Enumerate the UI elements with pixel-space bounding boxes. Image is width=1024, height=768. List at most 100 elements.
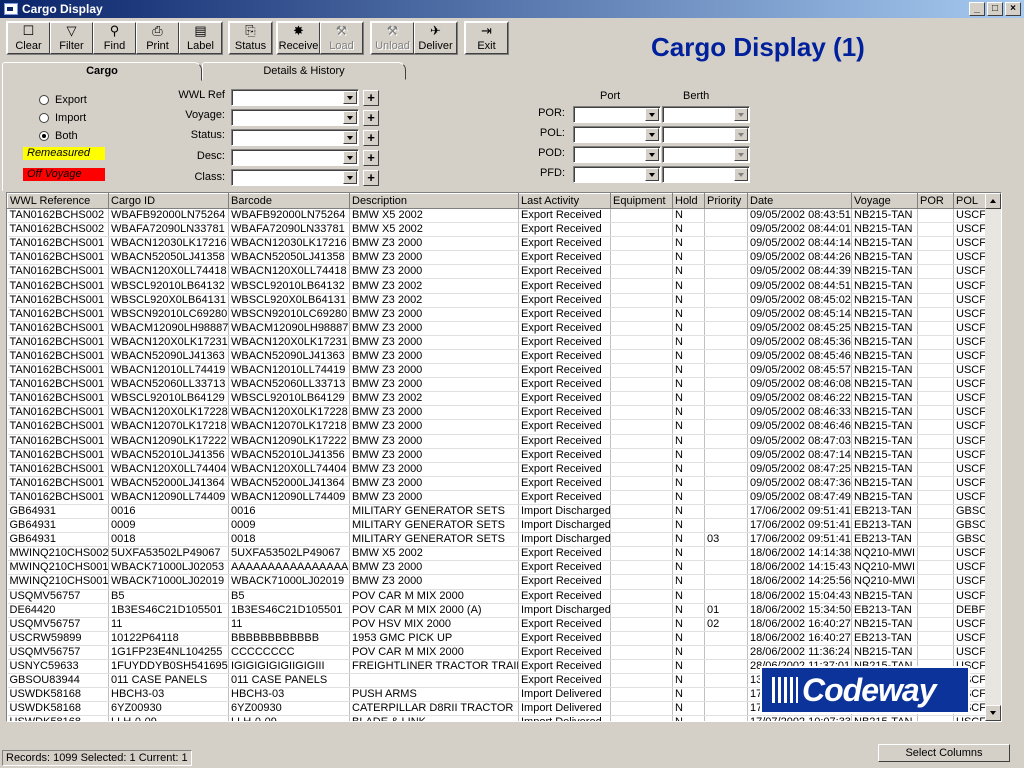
column-header[interactable]: Hold xyxy=(672,193,705,209)
chevron-down-icon[interactable] xyxy=(645,108,659,121)
table-row[interactable]: MWINQ210CHS002 5UXFA53502LP49067 5UXFA5350… xyxy=(7,546,988,562)
select-columns-button[interactable]: Select Columns xyxy=(878,744,1010,762)
table-row[interactable]: TAN0162BCHS002 WBAFA72090LN33781 WBAFA7209… xyxy=(7,222,988,238)
table-row[interactable]: USWDK58168LLH-0-09LLH-0-09BLADE & LINKIm… xyxy=(7,715,988,721)
table-row[interactable]: MWINQ210CHS001 WBACK71000LJ02053 AAAAAAAAA… xyxy=(7,560,988,576)
column-header[interactable]: Voyage xyxy=(851,193,918,209)
pol-port-combo[interactable] xyxy=(573,126,661,143)
table-row[interactable]: GB64931 0018 0018 MILITARY GENERATOR SETS Im… xyxy=(7,532,988,548)
table-row[interactable]: TAN0162BCHS001 WBSCL92010LB64132 WBSCL9201… xyxy=(7,278,988,294)
table-row[interactable]: TAN0162BCHS001 WBACN52050LJ41358 WBACN5205… xyxy=(7,250,988,266)
table-row[interactable]: TAN0162BCHS001 WBACN52090LJ41363 WBACN5209… xyxy=(7,349,988,365)
chevron-down-icon[interactable] xyxy=(343,171,357,184)
minimize-button[interactable]: _ xyxy=(969,2,985,16)
chevron-down-icon[interactable] xyxy=(645,148,659,161)
chevron-down-icon[interactable] xyxy=(734,128,748,141)
desc-add-button[interactable]: + xyxy=(363,150,379,166)
class-add-button[interactable]: + xyxy=(363,170,379,186)
find-button[interactable]: ⚲ Find xyxy=(93,22,136,54)
scroll-down-icon[interactable] xyxy=(985,705,1001,721)
voyage-combo[interactable] xyxy=(231,109,359,126)
unload-button[interactable]: ⚒ Unload xyxy=(371,22,414,54)
chevron-down-icon[interactable] xyxy=(734,108,748,121)
maximize-button[interactable]: □ xyxy=(987,2,1003,16)
column-header[interactable]: Date xyxy=(747,193,852,209)
chevron-down-icon[interactable] xyxy=(343,151,357,164)
chevron-down-icon[interactable] xyxy=(343,111,357,124)
column-header[interactable]: Priority xyxy=(704,193,748,209)
table-row[interactable]: TAN0162BCHS001 WBSCL920X0LB64131 WBSCL920X… xyxy=(7,293,988,308)
column-header[interactable]: POR xyxy=(917,193,954,209)
table-row[interactable]: TAN0162BCHS001 WBACN120X0LK17228 WBACN120X… xyxy=(7,405,988,421)
column-header[interactable]: Last Activity xyxy=(518,193,611,209)
column-header[interactable]: WWL Reference xyxy=(7,193,109,209)
table-cell: WBACM12090LH98887 xyxy=(228,321,350,336)
pfd-berth-combo[interactable] xyxy=(662,166,750,183)
table-row[interactable]: USQMV56757 11 11 POV HSV MIX 2000 Export Rec… xyxy=(7,617,988,632)
column-header[interactable]: Barcode xyxy=(228,193,350,209)
label-button[interactable]: ▤ Label xyxy=(179,22,222,54)
radio-both[interactable]: Both xyxy=(39,130,78,142)
table-row[interactable]: TAN0162BCHS001 WBACN120X0LL74418 WBACN120X… xyxy=(7,264,988,280)
print-button[interactable]: ⎙ Print xyxy=(136,22,179,54)
tab-details-history[interactable]: Details & History xyxy=(202,62,406,80)
table-row[interactable]: TAN0162BCHS002 WBAFB92000LN75264 WBAFB9200… xyxy=(7,208,988,224)
scroll-up-icon[interactable] xyxy=(985,193,1001,209)
grid-vertical-scrollbar[interactable] xyxy=(985,193,1001,721)
cargo-grid[interactable]: WWL Reference Cargo ID Barcode Description L… xyxy=(6,192,1002,722)
table-row[interactable]: TAN0162BCHS001 WBACN52010LJ41356 WBACN5201… xyxy=(7,448,988,463)
radio-export[interactable]: Export xyxy=(39,94,87,106)
table-row[interactable]: TAN0162BCHS001 WBACN12010LL74419 WBACN1201… xyxy=(7,363,988,379)
table-row[interactable]: TAN0162BCHS001 WBACN12030LK17216 WBACN1203… xyxy=(7,236,988,252)
table-row[interactable]: USCRW59899 10122P64118 BBBBBBBBBBBB 1953 GM… xyxy=(7,631,988,646)
deliver-button[interactable]: ✈ Deliver xyxy=(414,22,457,54)
chevron-down-icon[interactable] xyxy=(645,128,659,141)
load-button[interactable]: ⚒ Load xyxy=(320,22,363,54)
receive-button[interactable]: ✸ Receive xyxy=(277,22,320,54)
table-row[interactable]: DE64420 1B3ES46C21D105501 1B3ES46C21D10550… xyxy=(7,603,988,618)
status-button[interactable]: ⎘ Status xyxy=(229,22,272,54)
pod-port-combo[interactable] xyxy=(573,146,661,163)
table-row[interactable]: TAN0162BCHS001 WBACN52060LL33713 WBACN5206… xyxy=(7,377,988,393)
chevron-down-icon[interactable] xyxy=(645,168,659,181)
column-header[interactable]: POL xyxy=(953,193,988,209)
table-row[interactable]: MWINQ210CHS001 WBACK71000LJ02019 WBACK7100… xyxy=(7,574,988,590)
class-combo[interactable] xyxy=(231,169,359,186)
table-row[interactable]: TAN0162BCHS001 WBACN120X0LK17231 WBACN120X… xyxy=(7,335,988,350)
column-header[interactable]: Equipment xyxy=(610,193,673,209)
chevron-down-icon[interactable] xyxy=(343,91,357,104)
table-row[interactable]: TAN0162BCHS001 WBSCN92010LC69280 WBSCN9201… xyxy=(7,307,988,322)
close-button[interactable]: × xyxy=(1005,2,1021,16)
table-row[interactable]: USQMV56757 1G1FP23E4NL104255 CCCCCCCC POV C… xyxy=(7,645,988,661)
pod-berth-combo[interactable] xyxy=(662,146,750,163)
table-row[interactable]: TAN0162BCHS001 WBACN12090LL74409 WBACN1209… xyxy=(7,490,988,505)
status-combo[interactable] xyxy=(231,129,359,146)
chevron-down-icon[interactable] xyxy=(734,148,748,161)
table-row[interactable]: TAN0162BCHS001 WBACN52000LJ41364 WBACN5200… xyxy=(7,476,988,491)
table-row[interactable]: TAN0162BCHS001 WBSCL92010LB64129 WBSCL9201… xyxy=(7,391,988,407)
column-header[interactable]: Cargo ID xyxy=(108,193,229,209)
por-berth-combo[interactable] xyxy=(662,106,750,123)
column-header[interactable]: Description xyxy=(349,193,519,209)
por-port-combo[interactable] xyxy=(573,106,661,123)
table-row[interactable]: TAN0162BCHS001 WBACM12090LH98887 WBACM1209… xyxy=(7,321,988,336)
status-add-button[interactable]: + xyxy=(363,130,379,146)
pfd-port-combo[interactable] xyxy=(573,166,661,183)
wwl-ref-combo[interactable] xyxy=(231,89,359,106)
table-row[interactable]: GB64931 0016 0016 MILITARY GENERATOR SETS Im… xyxy=(7,504,988,520)
desc-combo[interactable] xyxy=(231,149,359,166)
chevron-down-icon[interactable] xyxy=(734,168,748,181)
chevron-down-icon[interactable] xyxy=(343,131,357,144)
voyage-add-button[interactable]: + xyxy=(363,110,379,126)
table-row[interactable]: TAN0162BCHS001 WBACN12070LK17218 WBACN1207… xyxy=(7,419,988,435)
filter-button[interactable]: ▽ Filter xyxy=(50,22,93,54)
table-row[interactable]: TAN0162BCHS001 WBACN12090LK17222 WBACN1209… xyxy=(7,434,988,449)
radio-import[interactable]: Import xyxy=(39,112,86,124)
wwl-ref-add-button[interactable]: + xyxy=(363,90,379,106)
clear-button[interactable]: ☐ Clear xyxy=(7,22,50,54)
exit-button[interactable]: ⇥ Exit xyxy=(465,22,508,54)
table-row[interactable]: USQMV56757 B5 B5 POV CAR M MIX 2000 Export R… xyxy=(7,589,988,604)
table-row[interactable]: TAN0162BCHS001 WBACN120X0LL74404 WBACN120X… xyxy=(7,462,988,477)
table-row[interactable]: GB64931 0009 0009 MILITARY GENERATOR SETS Im… xyxy=(7,518,988,534)
pol-berth-combo[interactable] xyxy=(662,126,750,143)
